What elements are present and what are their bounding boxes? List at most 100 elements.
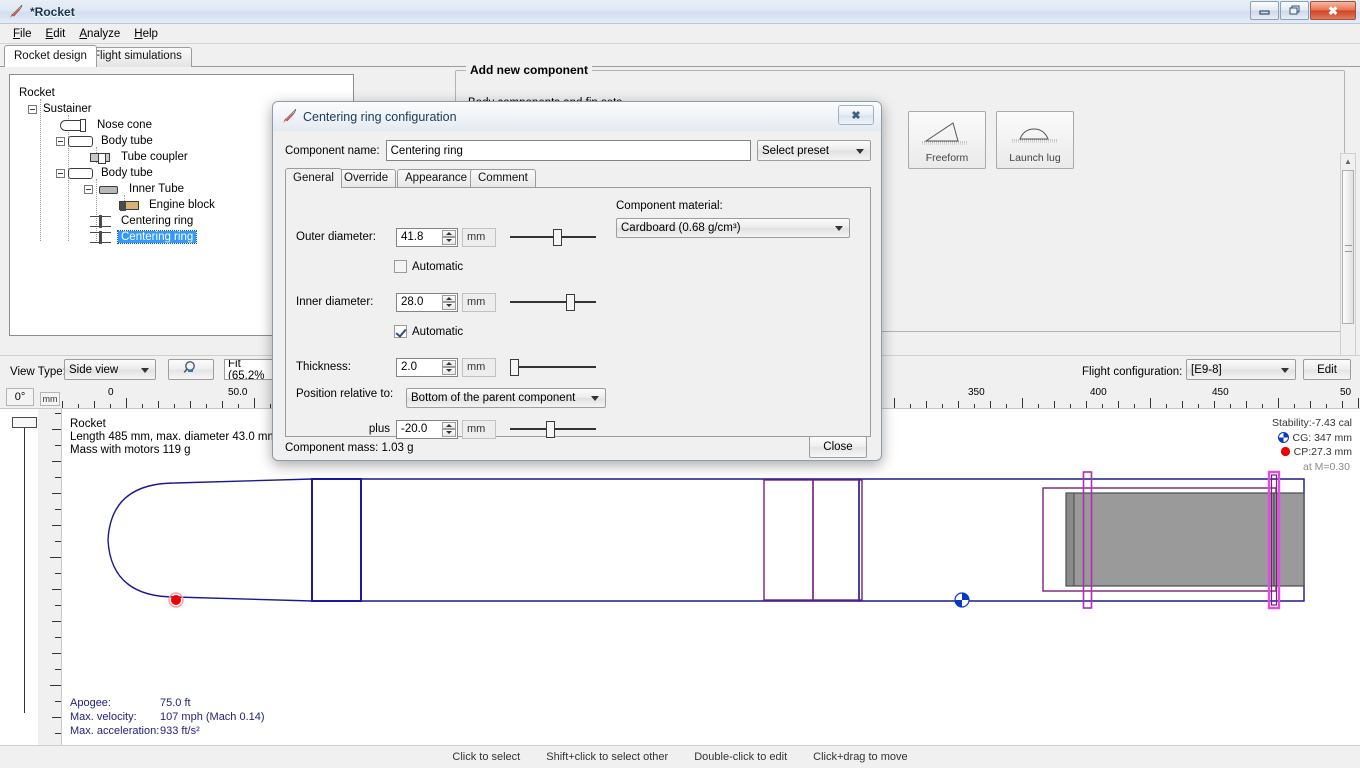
dialog-close-action-button[interactable]: Close <box>809 436 867 458</box>
inner-diameter-slider[interactable] <box>510 292 596 312</box>
edit-configuration-button[interactable]: Edit <box>1303 359 1351 380</box>
thickness-input[interactable]: 2.0 <box>396 358 458 377</box>
stepper-down-icon[interactable] <box>442 302 456 310</box>
outer-diameter-input[interactable]: 41.8 <box>396 228 458 247</box>
dialog-close-button[interactable]: ✖ <box>838 105 874 125</box>
centering-ring-icon <box>88 215 114 227</box>
tree-node-sustainer[interactable]: Sustainer <box>28 101 92 117</box>
stepper-up-icon[interactable] <box>442 230 456 238</box>
collapse-icon[interactable] <box>84 185 93 194</box>
stepper-down-icon[interactable] <box>442 237 456 245</box>
collapse-icon[interactable] <box>28 105 37 114</box>
statusbar: Click to select Shift+click to select ot… <box>0 745 1360 768</box>
position-plus-row: plus -20.0 mm <box>351 419 596 439</box>
vertical-ruler <box>38 409 62 745</box>
thickness-slider[interactable] <box>510 357 596 377</box>
stepper-up-icon[interactable] <box>442 422 456 430</box>
inner-automatic-checkbox[interactable] <box>394 325 407 338</box>
tree-node-label: Engine block <box>146 199 215 211</box>
flight-configuration-select[interactable]: [E9-8] <box>1186 359 1296 380</box>
minimize-button[interactable] <box>1250 1 1279 20</box>
tab-flight-simulations[interactable]: Flight simulations <box>83 47 192 67</box>
view-type-select[interactable]: Side view <box>64 359 156 380</box>
menu-file[interactable]: File <box>6 26 39 42</box>
select-preset-dropdown[interactable]: Select preset <box>757 140 871 161</box>
outer-diameter-stepper[interactable] <box>442 230 456 245</box>
tube-coupler-shape <box>312 479 361 601</box>
component-material-select[interactable]: Cardboard (0.68 g/cm³) <box>616 218 850 238</box>
inner-diameter-input[interactable]: 28.0 <box>396 293 458 312</box>
rotation-slider[interactable] <box>10 417 40 717</box>
component-material-label: Component material: <box>616 200 723 212</box>
position-plus-label: plus <box>351 423 396 435</box>
max-velocity-value: 107 mph (Mach 0.14) <box>160 710 265 724</box>
dialog-tab-general[interactable]: General <box>285 168 342 188</box>
position-relative-select[interactable]: Bottom of the parent component <box>406 388 606 408</box>
collapse-icon[interactable] <box>56 169 65 178</box>
slider-knob[interactable] <box>553 229 562 246</box>
inner-automatic-checkbox-row[interactable]: Automatic <box>394 325 463 338</box>
tree-node-body-tube-2[interactable]: Body tube <box>56 165 153 181</box>
scrollbar-thumb[interactable] <box>1342 170 1354 324</box>
slider-knob[interactable] <box>546 421 555 438</box>
thickness-stepper[interactable] <box>442 360 456 375</box>
slider-knob[interactable] <box>510 359 519 376</box>
close-button[interactable]: ✖ <box>1310 1 1356 20</box>
max-acceleration-value: 933 ft/s² <box>160 724 200 738</box>
engine-block-icon <box>116 199 142 211</box>
inner-tube-icon <box>96 183 122 195</box>
tree-node-inner-tube[interactable]: Inner Tube <box>84 181 184 197</box>
slider-knob[interactable] <box>566 294 575 311</box>
centering-ring-configuration-dialog[interactable]: Centering ring configuration ✖ Component… <box>272 101 882 461</box>
dialog-tab-override[interactable]: Override <box>336 169 396 188</box>
dialog-titlebar: Centering ring configuration ✖ <box>273 102 881 131</box>
component-name-label: Component name: <box>285 145 380 157</box>
tree-node-rocket[interactable]: Rocket <box>16 85 55 101</box>
component-name-input[interactable]: Centering ring <box>386 140 751 161</box>
outer-diameter-unit[interactable]: mm <box>462 228 496 247</box>
add-freeform-button[interactable]: Freeform <box>908 111 986 169</box>
inner-diameter-unit[interactable]: mm <box>462 293 496 312</box>
outer-diameter-slider[interactable] <box>510 227 596 247</box>
tree-node-nose-cone[interactable]: Nose cone <box>60 117 152 133</box>
scroll-up-icon[interactable]: ▲ <box>1341 154 1355 168</box>
collapse-icon[interactable] <box>56 137 65 146</box>
freeform-fin-icon <box>909 112 985 152</box>
thickness-unit[interactable]: mm <box>462 358 496 377</box>
menu-edit[interactable]: Edit <box>39 26 73 42</box>
menu-analyze[interactable]: Analyze <box>72 26 127 42</box>
maximize-button[interactable] <box>1280 1 1309 20</box>
outer-diameter-row: Outer diameter: 41.8 mm <box>296 227 596 247</box>
dialog-tab-comment[interactable]: Comment <box>470 169 536 188</box>
tree-node-engine-block[interactable]: Engine block <box>116 197 215 213</box>
tree-node-tube-coupler[interactable]: Tube coupler <box>88 149 188 165</box>
flight-configuration-value: [E9-8] <box>1191 364 1222 376</box>
tree-node-centering-ring-2[interactable]: Centering ring <box>88 229 196 245</box>
zoom-tool-button[interactable] <box>168 359 214 380</box>
position-plus-stepper[interactable] <box>442 422 456 437</box>
dialog-tab-appearance[interactable]: Appearance <box>397 169 475 188</box>
outer-automatic-checkbox[interactable] <box>394 260 407 273</box>
position-plus-input[interactable]: -20.0 <box>396 420 458 439</box>
stepper-down-icon[interactable] <box>442 367 456 375</box>
stepper-up-icon[interactable] <box>442 295 456 303</box>
ruler-unit-label[interactable]: mm <box>40 392 60 406</box>
position-plus-unit[interactable]: mm <box>462 420 496 439</box>
tab-rocket-design[interactable]: Rocket design <box>4 45 97 67</box>
outer-automatic-checkbox-row[interactable]: Automatic <box>394 260 463 273</box>
rotation-slider-knob[interactable] <box>12 417 37 428</box>
stepper-up-icon[interactable] <box>442 360 456 368</box>
tree-node-body-tube-1[interactable]: Body tube <box>56 133 153 149</box>
position-relative-value: Bottom of the parent component <box>411 392 575 404</box>
inner-component-shape-b <box>813 480 862 600</box>
tree-node-centering-ring-1[interactable]: Centering ring <box>88 213 193 229</box>
add-launch-lug-button[interactable]: Launch lug <box>996 111 1074 169</box>
position-plus-slider[interactable] <box>510 419 596 439</box>
menu-help[interactable]: Help <box>127 26 165 42</box>
thickness-label: Thickness: <box>296 361 396 373</box>
tree-node-label: Tube coupler <box>118 151 188 163</box>
inner-diameter-stepper[interactable] <box>442 295 456 310</box>
cp-value-row: CP:27.3 mm <box>1232 445 1352 461</box>
window-controls: ✖ <box>1249 1 1356 20</box>
stepper-down-icon[interactable] <box>442 429 456 437</box>
